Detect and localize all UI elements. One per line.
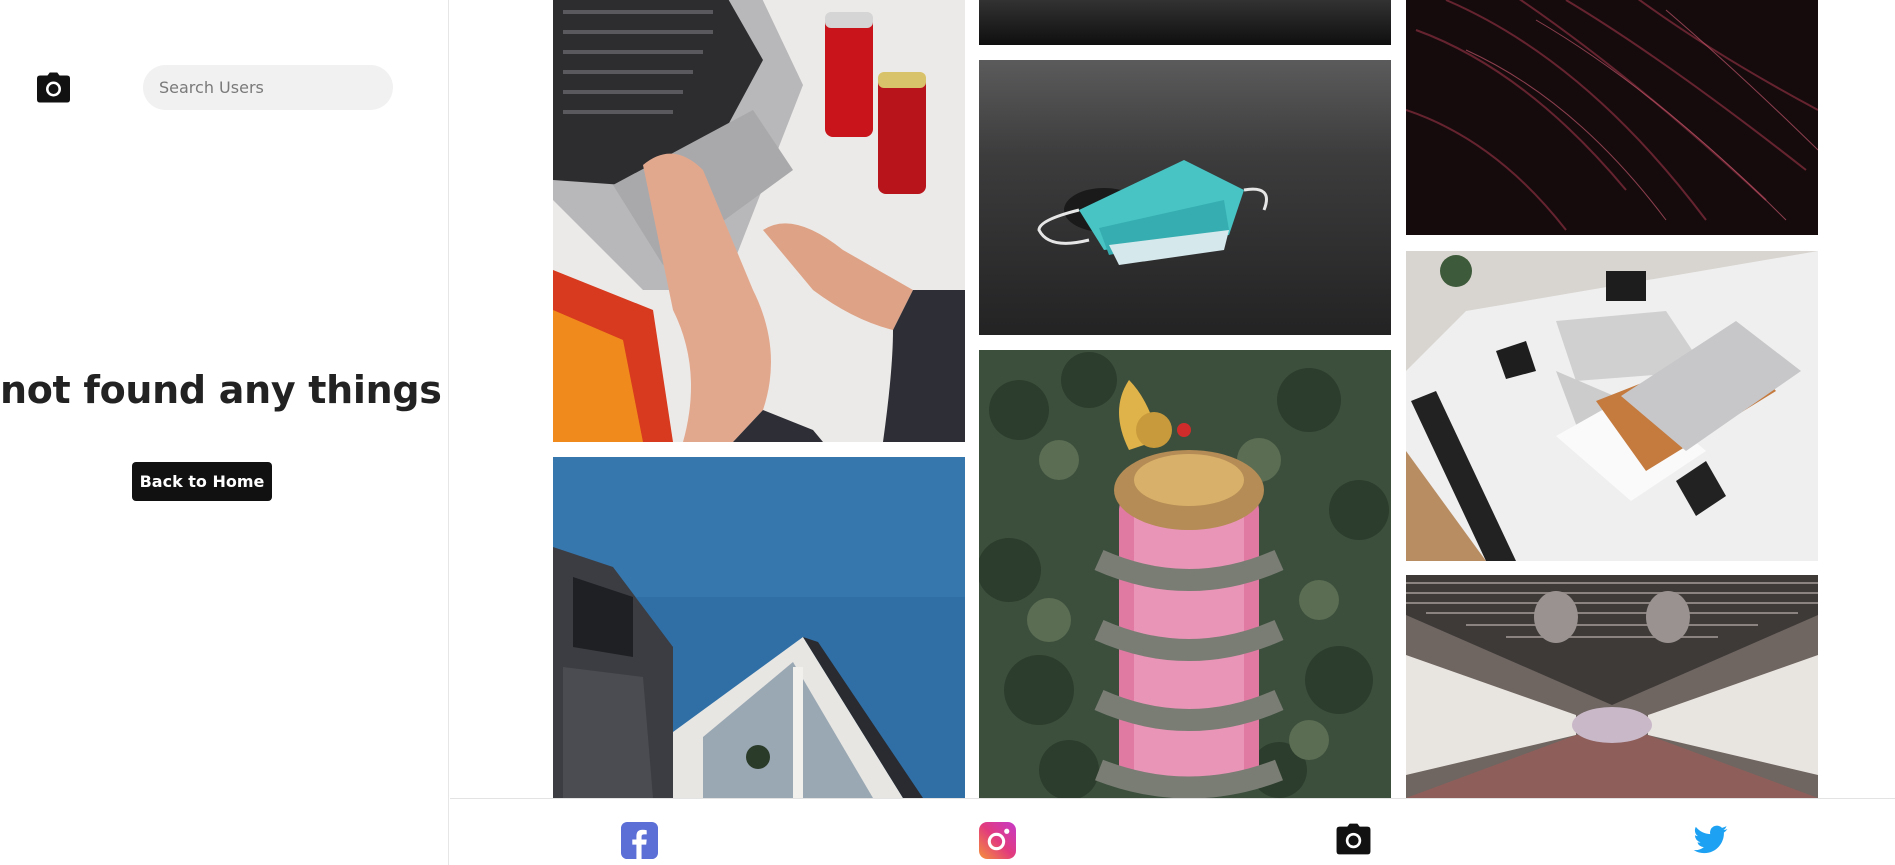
photo-gallery	[450, 0, 1895, 798]
facebook-icon[interactable]	[621, 822, 658, 859]
twitter-icon[interactable]	[1692, 822, 1729, 859]
camera-icon[interactable]	[1335, 822, 1372, 859]
photo-subway-tunnel[interactable]	[1406, 575, 1818, 798]
photo-blue-sky-building[interactable]	[553, 457, 965, 798]
photo-white-desk-macbook[interactable]	[1406, 251, 1818, 561]
camera-icon[interactable]	[35, 71, 72, 104]
photo-red-light-streaks[interactable]	[1406, 0, 1818, 235]
photo-dragon-temple-aerial[interactable]	[979, 350, 1391, 798]
bottom-nav	[450, 798, 1895, 865]
photo-laptop-desk-cola[interactable]	[553, 0, 965, 442]
search-users-input[interactable]	[143, 65, 393, 110]
photo-face-mask-on-ground[interactable]	[979, 60, 1391, 335]
instagram-icon[interactable]	[979, 822, 1016, 859]
left-panel: not found any things :( Back to Home	[0, 0, 487, 865]
back-to-home-button[interactable]: Back to Home	[132, 462, 272, 501]
photo-dark-texture[interactable]	[979, 0, 1391, 45]
not-found-message: not found any things :(	[0, 368, 487, 412]
